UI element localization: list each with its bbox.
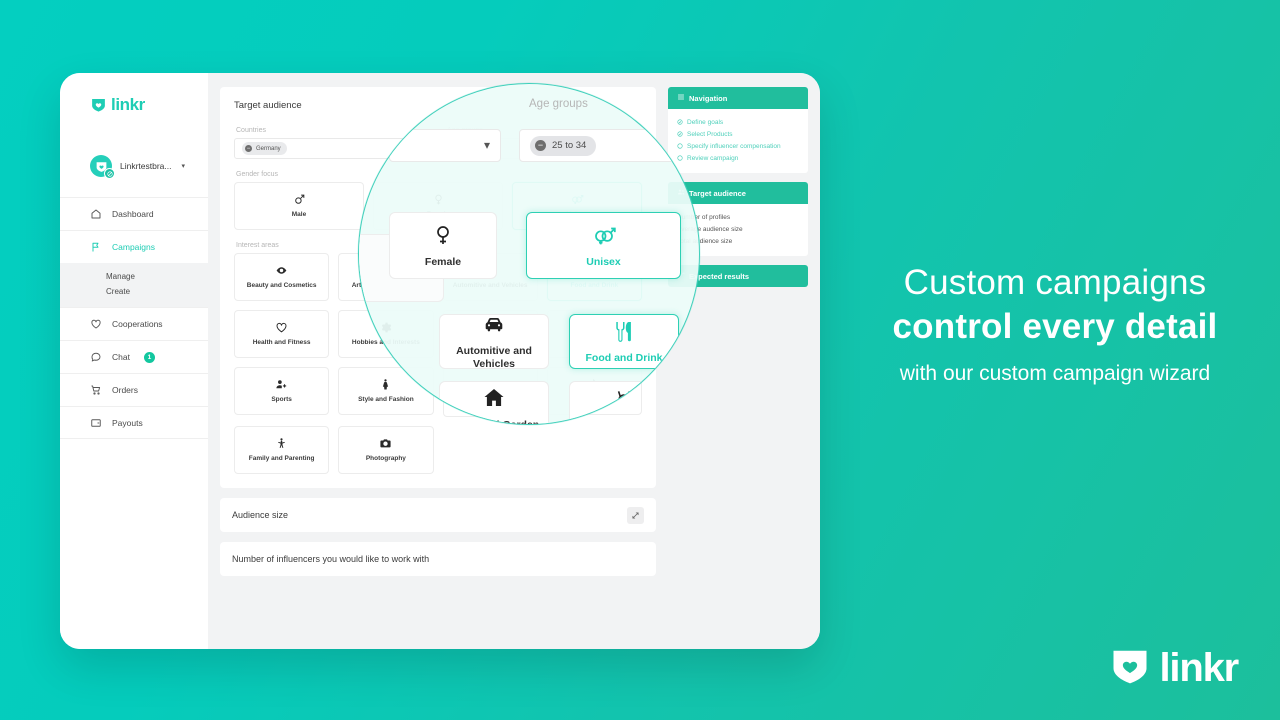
magnified-interest-card-label: Automitive and Vehicles: [456, 344, 532, 370]
magnified-age-groups-label: Age groups: [529, 98, 588, 110]
marketing-headline-line1: Custom campaigns: [903, 263, 1207, 302]
magnified-age-groups-select[interactable]: − 25 to 34: [519, 129, 694, 162]
person-add-icon: [275, 377, 288, 391]
chip-label: Germany: [256, 145, 281, 152]
interest-card-label: Beauty and Cosmetics: [246, 282, 317, 290]
sidebar-item-campaigns[interactable]: Campaigns: [60, 230, 208, 263]
interest-card-beauty-and-cosmetics[interactable]: Beauty and Cosmetics: [234, 253, 330, 301]
magnified-interest-card-automitive-and-vehicles[interactable]: Automitive and Vehicles: [439, 313, 549, 370]
eye-icon: [275, 263, 288, 277]
remove-icon[interactable]: −: [535, 140, 546, 151]
linkr-shield-heart-icon: [1108, 643, 1152, 692]
sidebar-item-label: Payouts: [112, 417, 143, 428]
sidebar-item-label: Cooperations: [112, 319, 163, 329]
cart-icon: [90, 384, 102, 396]
magnified-interest-card-pets[interactable]: Pets: [569, 381, 679, 424]
footer-logo: linkr: [1108, 643, 1240, 692]
brand-switcher[interactable]: Linkrtestbra... ▾: [60, 151, 208, 181]
campaigns-submenu: Manage Create: [60, 263, 208, 307]
chat-bubble-icon: [90, 351, 102, 363]
sidebar: linkr Linkrtestbra... ▾ Dashboard Campai…: [60, 73, 208, 649]
fork-knife-icon: [612, 318, 636, 344]
house-icon: [482, 385, 506, 411]
sidebar-item-orders[interactable]: Orders: [60, 373, 208, 406]
magnified-gender-card-unisex[interactable]: Unisex: [526, 212, 681, 279]
home-icon: [90, 208, 102, 220]
marketing-subline: with our custom campaign wizard: [899, 362, 1211, 386]
interest-card-sports[interactable]: Sports: [234, 367, 330, 415]
country-chip[interactable]: − Germany: [242, 142, 287, 155]
marketing-headline-line2: control every detail: [892, 306, 1218, 346]
chevron-down-icon[interactable]: ▾: [182, 162, 186, 170]
magnified-age-chip[interactable]: − 25 to 34: [530, 135, 597, 156]
magnifier-content: Age groups ▾ − 25 to 34 Female Unisex Au…: [359, 84, 699, 424]
marketing-copy: Custom campaigns control every detail wi…: [845, 262, 1265, 390]
car-icon: [482, 313, 506, 337]
magnified-interest-card-home-and-garden[interactable]: Home and Garden: [439, 381, 549, 424]
heart-icon: [90, 318, 102, 330]
sidebar-item-label: Chat: [112, 352, 130, 362]
app-logo[interactable]: linkr: [60, 91, 208, 117]
brand-name: Linkrtestbra...: [120, 161, 172, 171]
male-symbol-icon: [293, 192, 306, 206]
magnified-countries-select[interactable]: ▾: [389, 129, 501, 162]
chip-label: 25 to 34: [552, 140, 587, 151]
submenu-item-manage[interactable]: Manage: [60, 269, 208, 284]
audience-size-label: Audience size: [232, 510, 289, 520]
interest-card-label: Sports: [271, 396, 292, 404]
wallet-icon: [90, 417, 102, 429]
magnified-interest-card-food-and-drink[interactable]: Food and Drink: [569, 314, 679, 369]
brand-badge-icon: [104, 168, 115, 179]
magnified-gender-card-female[interactable]: Female: [389, 212, 497, 279]
magnified-gender-card-label: Unisex: [586, 256, 621, 269]
unisex-symbol-icon: [591, 222, 617, 248]
linkr-shield-heart-icon: [90, 96, 107, 113]
chevron-updown-icon[interactable]: ▾: [484, 139, 490, 151]
magnified-interest-card-label: Food and Drink: [585, 352, 663, 365]
remove-icon[interactable]: −: [245, 145, 252, 152]
magnifier-lens: Age groups ▾ − 25 to 34 Female Unisex Au…: [358, 83, 700, 425]
magnified-gender-card-label: Female: [424, 256, 462, 269]
sidebar-item-chat[interactable]: Chat 1: [60, 340, 208, 373]
influencers-count-bar: Number of influencers you would like to …: [220, 542, 656, 576]
app-logo-text: linkr: [111, 94, 145, 114]
sidebar-item-dashboard[interactable]: Dashboard: [60, 197, 208, 230]
chat-unread-badge: 1: [143, 351, 155, 363]
expand-icon[interactable]: [627, 506, 644, 524]
flag-icon: [90, 241, 102, 253]
interest-card-family-and-parenting[interactable]: Family and Parenting: [234, 426, 330, 474]
heart-icon: [275, 320, 288, 334]
sidebar-item-label: Orders: [112, 385, 138, 395]
interest-card-photography[interactable]: Photography: [338, 426, 434, 474]
sidebar-item-payouts[interactable]: Payouts: [60, 406, 208, 439]
sidebar-nav: Dashboard Campaigns Manage Create Cooper…: [60, 197, 208, 439]
audience-size-bar: Audience size: [220, 498, 656, 532]
brand-avatar-icon: [90, 155, 115, 179]
influencers-count-label: Number of influencers you would like to …: [232, 554, 430, 564]
sidebar-item-label: Campaigns: [112, 242, 155, 252]
sidebar-item-label: Dashboard: [112, 209, 154, 219]
female-symbol-icon: [431, 222, 455, 248]
submenu-item-create[interactable]: Create: [60, 284, 208, 299]
interest-card-label: Health and Fitness: [252, 339, 311, 347]
camera-icon: [379, 436, 392, 450]
interest-card-health-and-fitness[interactable]: Health and Fitness: [234, 310, 330, 358]
animal-icon: [612, 385, 636, 411]
sidebar-item-cooperations[interactable]: Cooperations: [60, 307, 208, 340]
footer-logo-text: linkr: [1159, 645, 1240, 690]
interest-card-label: Photography: [365, 455, 406, 463]
interest-card-label: Family and Parenting: [248, 455, 315, 463]
gender-card-label: Male: [291, 211, 307, 219]
family-icon: [275, 436, 288, 450]
gender-card-male[interactable]: Male: [234, 182, 364, 230]
nav-step-label: Specify influencer compensation: [687, 142, 781, 150]
